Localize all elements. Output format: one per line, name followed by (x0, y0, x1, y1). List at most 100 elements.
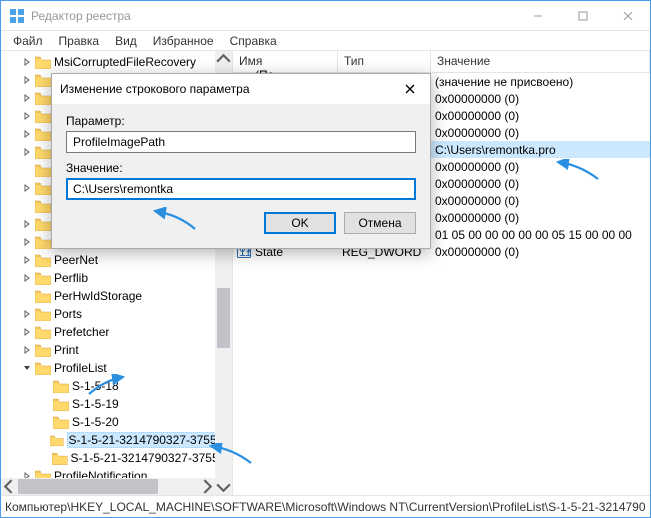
dialog-value-field[interactable]: C:\Users\remontka (66, 178, 416, 200)
folder-icon (35, 344, 51, 357)
column-header-value[interactable]: Значение (431, 51, 650, 72)
tree-scrollbar-horizontal[interactable] (1, 478, 215, 495)
tree-item-label: Perflib (54, 271, 88, 285)
tree-expander-closed-icon[interactable] (19, 112, 35, 120)
folder-icon (53, 380, 69, 393)
tree-item[interactable]: PeerNet (1, 251, 232, 269)
dialog-close-button[interactable] (398, 84, 422, 94)
statusbar-path: Компьютер\HKEY_LOCAL_MACHINE\SOFTWARE\Mi… (5, 500, 646, 514)
scroll-down-icon[interactable] (215, 478, 232, 495)
tree-expander-closed-icon[interactable] (19, 274, 35, 282)
tree-item-label: MsiCorruptedFileRecovery (54, 55, 196, 69)
maximize-button[interactable] (560, 1, 605, 30)
tree-expander-closed-icon[interactable] (19, 76, 35, 84)
tree-item-label: S-1-5-21-3214790327-375541 (67, 432, 232, 448)
tree-expander-closed-icon[interactable] (19, 148, 35, 156)
folder-icon (35, 218, 51, 231)
list-cell-value: (значение не присвоено) (435, 75, 573, 89)
tree-expander-closed-icon[interactable] (19, 346, 35, 354)
folder-icon (35, 200, 51, 213)
tree-item[interactable]: Ports (1, 305, 232, 323)
menu-file[interactable]: Файл (5, 32, 51, 50)
folder-icon (35, 56, 51, 69)
folder-icon (52, 452, 67, 465)
tree-item[interactable]: Prefetcher (1, 323, 232, 341)
dialog-value-label: Значение: (66, 161, 416, 175)
folder-icon (35, 290, 51, 303)
tree-expander-closed-icon[interactable] (19, 256, 35, 264)
tree-item[interactable]: S-1-5-20 (1, 413, 232, 431)
tree-expander-closed-icon[interactable] (19, 94, 35, 102)
tree-item-label: Prefetcher (54, 325, 109, 339)
dialog-param-label: Параметр: (66, 114, 416, 128)
titlebar: Редактор реестра (1, 1, 650, 31)
tree-item[interactable]: Perflib (1, 269, 232, 287)
tree-expander-open-icon[interactable] (19, 364, 35, 372)
tree-item[interactable]: Print (1, 341, 232, 359)
folder-icon (35, 236, 51, 249)
dialog-cancel-button[interactable]: Отмена (344, 212, 416, 234)
edit-string-dialog: Изменение строкового параметра Параметр:… (51, 73, 431, 249)
folder-icon (35, 308, 51, 321)
scroll-up-icon[interactable] (215, 51, 232, 68)
close-icon (405, 84, 415, 94)
tree-item-label: S-1-5-19 (72, 397, 119, 411)
list-cell-value: 0x00000000 (0) (435, 245, 519, 259)
minimize-button[interactable] (515, 1, 560, 30)
tree-item[interactable]: S-1-5-21-3214790327-375541 (1, 449, 232, 467)
dialog-param-field: ProfileImagePath (66, 131, 416, 153)
list-cell-value: 0x00000000 (0) (435, 194, 519, 208)
tree-item-label: S-1-5-18 (72, 379, 119, 393)
tree-item[interactable]: S-1-5-19 (1, 395, 232, 413)
folder-icon (35, 326, 51, 339)
folder-icon (35, 182, 51, 195)
folder-icon (35, 74, 51, 87)
menubar: Файл Правка Вид Избранное Справка (1, 31, 650, 51)
close-button[interactable] (605, 1, 650, 30)
list-cell-value: C:\Users\remontka.pro (435, 143, 556, 157)
tree-expander-closed-icon[interactable] (19, 328, 35, 336)
folder-icon (35, 128, 51, 141)
tree-item-label: S-1-5-21-3214790327-375541 (71, 451, 232, 465)
dialog-titlebar: Изменение строкового параметра (52, 74, 430, 104)
tree-item-label: Ports (54, 307, 82, 321)
tree-expander-closed-icon[interactable] (19, 184, 35, 192)
window-title: Редактор реестра (31, 9, 515, 23)
tree-item[interactable]: S-1-5-18 (1, 377, 232, 395)
folder-icon (35, 362, 51, 375)
tree-item[interactable]: PerHwIdStorage (1, 287, 232, 305)
statusbar: Компьютер\HKEY_LOCAL_MACHINE\SOFTWARE\Mi… (1, 495, 650, 517)
tree-item[interactable]: MsiCorruptedFileRecovery (1, 53, 232, 71)
scroll-thumb-h[interactable] (18, 479, 158, 494)
tree-item-label: S-1-5-20 (72, 415, 119, 429)
tree-expander-closed-icon[interactable] (19, 220, 35, 228)
folder-icon (35, 164, 51, 177)
folder-icon (53, 416, 69, 429)
tree-item[interactable]: S-1-5-21-3214790327-375541 (1, 431, 232, 449)
tree-expander-closed-icon[interactable] (19, 130, 35, 138)
tree-item-label: Print (54, 343, 79, 357)
tree-item-label: PeerNet (54, 253, 98, 267)
menu-favorites[interactable]: Избранное (145, 32, 222, 50)
dialog-title-text: Изменение строкового параметра (60, 82, 398, 96)
menu-help[interactable]: Справка (222, 32, 285, 50)
scroll-thumb[interactable] (217, 288, 230, 348)
app-icon (9, 8, 25, 24)
tree-expander-closed-icon[interactable] (19, 58, 35, 66)
column-header-type[interactable]: Тип (338, 51, 431, 72)
list-cell-value: 0x00000000 (0) (435, 177, 519, 191)
tree-expander-closed-icon[interactable] (19, 310, 35, 318)
folder-icon (53, 398, 69, 411)
folder-icon (50, 434, 63, 447)
dialog-ok-button[interactable]: OK (264, 212, 336, 234)
tree-item[interactable]: ProfileList (1, 359, 232, 377)
folder-icon (35, 272, 51, 285)
scroll-right-icon[interactable] (198, 478, 215, 495)
folder-icon (35, 110, 51, 123)
list-cell-value: 0x00000000 (0) (435, 126, 519, 140)
tree-expander-closed-icon[interactable] (19, 238, 35, 246)
scroll-left-icon[interactable] (1, 478, 18, 495)
tree-item-label: PerHwIdStorage (54, 289, 142, 303)
menu-edit[interactable]: Правка (51, 32, 108, 50)
menu-view[interactable]: Вид (107, 32, 145, 50)
